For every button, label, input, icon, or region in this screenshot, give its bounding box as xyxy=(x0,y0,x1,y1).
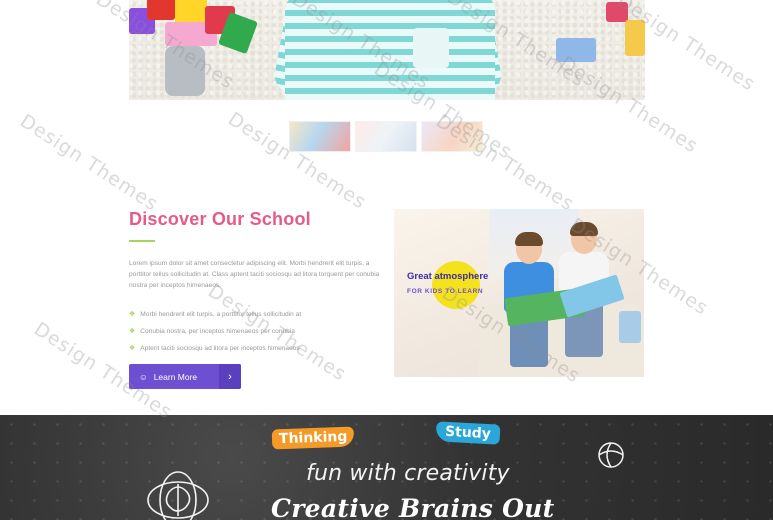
yellow-circle xyxy=(432,261,480,309)
chalk-title: Creative Brains Out xyxy=(271,494,555,520)
leaf-icon: ❖ xyxy=(129,328,136,335)
toy-car xyxy=(165,46,205,96)
list-item-text: Aptent taciti sociosqu ad litora per inc… xyxy=(140,345,300,352)
toy-brick xyxy=(606,2,628,22)
hero-thumbnails xyxy=(289,121,483,152)
leaf-icon: ❖ xyxy=(129,345,136,352)
thumbnail-3[interactable] xyxy=(421,121,483,152)
list-item: ❖ Morbi hendrerit elit turpis, a porttit… xyxy=(129,306,301,323)
chalk-subtitle: fun with creativity xyxy=(306,461,510,486)
hero-image xyxy=(129,0,645,100)
kids-reading-image: Great atmosphere FOR KIDS TO LEARN xyxy=(394,209,644,377)
thumbnail-1[interactable] xyxy=(289,121,351,152)
list-item-text: Morbi hendrerit elit turpis, a porttitor… xyxy=(140,311,302,318)
toy-brick xyxy=(625,20,645,56)
leaf-icon: ❖ xyxy=(129,311,136,318)
thinking-badge: Thinking xyxy=(271,426,355,450)
list-item: ❖ Aptent taciti sociosqu ad litora per i… xyxy=(129,340,301,357)
learn-more-label: Learn More xyxy=(153,371,198,382)
discover-paragraph: Lorem ipsum dolor sit amet consectetur a… xyxy=(129,260,380,289)
feature-list: ❖ Morbi hendrerit elit turpis, a porttit… xyxy=(129,306,301,357)
toy-brick xyxy=(147,0,175,20)
title-underline xyxy=(129,240,155,242)
smile-icon: ☺ xyxy=(139,371,148,382)
list-item-text: Conubia nostra, per inceptos himenaeos p… xyxy=(140,328,295,335)
ball-icon xyxy=(598,442,624,468)
thumbnail-2[interactable] xyxy=(355,121,417,152)
image-headline: Great atmosphere xyxy=(407,271,489,282)
discover-title: Discover Our School xyxy=(129,209,311,229)
list-item: ❖ Conubia nostra, per inceptos himenaeos… xyxy=(129,323,301,340)
brain-icon xyxy=(147,471,209,520)
study-badge: Study xyxy=(435,421,501,445)
image-subline: FOR KIDS TO LEARN xyxy=(407,288,484,295)
toy-brick xyxy=(556,38,596,62)
chalkboard-banner: Thinking Study fun with creativity Creat… xyxy=(0,415,773,520)
chair xyxy=(619,311,641,343)
chevron-right-icon[interactable]: › xyxy=(219,364,241,389)
learn-more-button[interactable]: ☺ Learn More › xyxy=(129,364,241,389)
watermark: Design Themes xyxy=(16,110,163,216)
child-shirt xyxy=(285,0,495,100)
